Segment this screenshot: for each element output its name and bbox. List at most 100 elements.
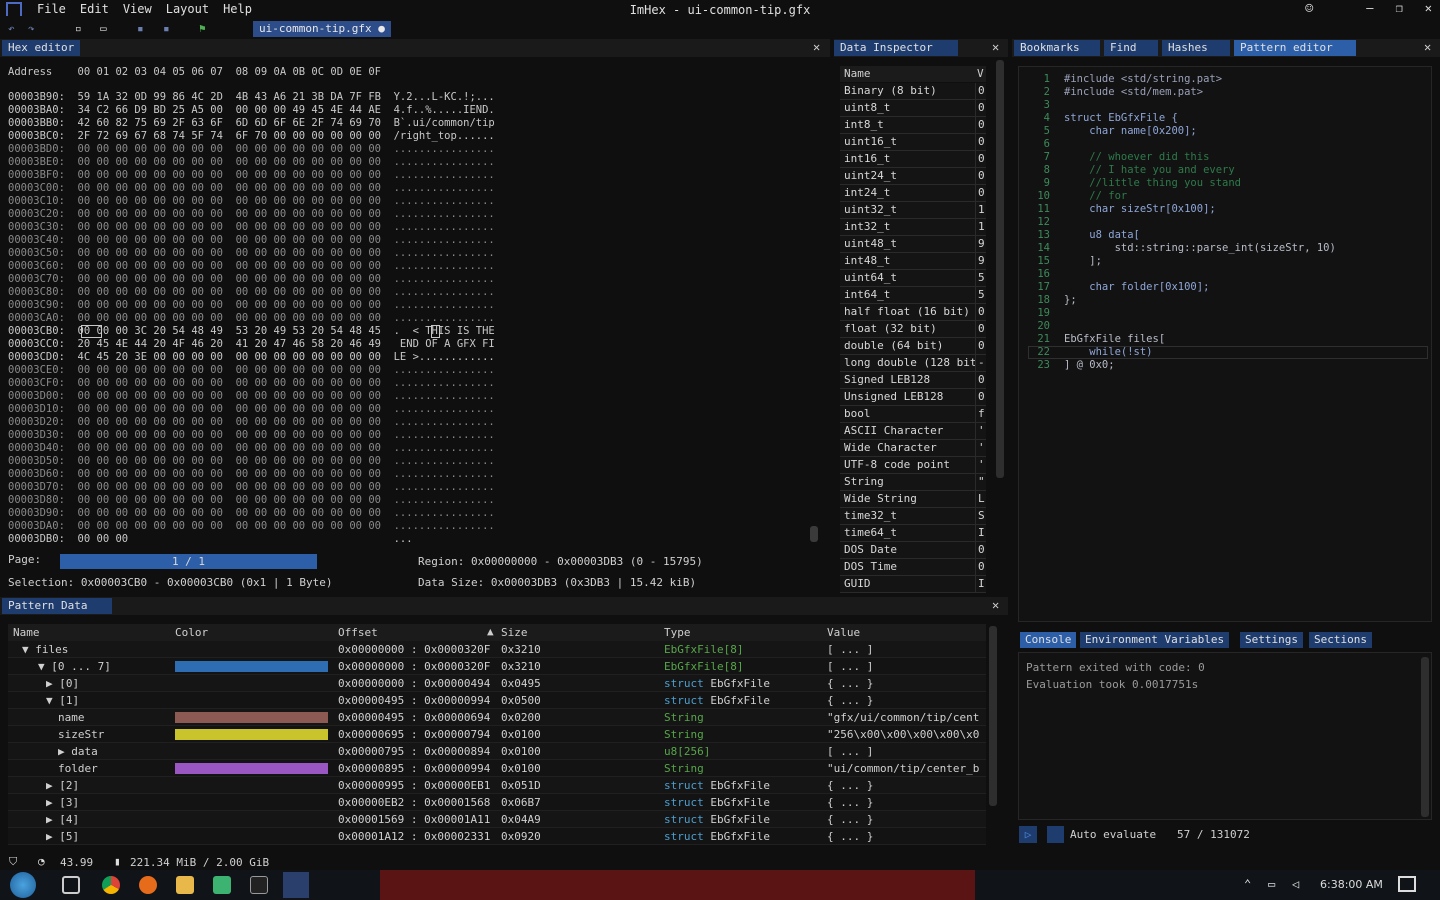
hex-row[interactable]: 00003CE0: 00 00 00 00 00 00 00 00 00 00 … — [8, 364, 495, 377]
code-line[interactable]: 19 — [1028, 307, 1064, 320]
di-col-value[interactable]: V — [975, 66, 986, 82]
code-line[interactable]: 18}; — [1028, 294, 1076, 307]
code-line[interactable]: 13 u8 data[ — [1028, 229, 1140, 242]
di-row-value[interactable]: 0 — [975, 168, 986, 185]
hex-row[interactable]: 00003C80: 00 00 00 00 00 00 00 00 00 00 … — [8, 286, 495, 299]
tab-bookmarks[interactable]: Bookmarks — [1014, 40, 1100, 56]
volume-icon[interactable]: ◁ — [1292, 877, 1299, 891]
code-line[interactable]: 12 — [1028, 216, 1064, 229]
hex-row[interactable]: 00003C40: 00 00 00 00 00 00 00 00 00 00 … — [8, 234, 495, 247]
di-row-value[interactable]: 9 — [975, 253, 986, 270]
hex-row[interactable]: 00003CA0: 00 00 00 00 00 00 00 00 00 00 … — [8, 312, 495, 325]
di-row-value[interactable]: L — [975, 491, 986, 508]
di-row-value[interactable]: 0 — [975, 185, 986, 202]
tab-hex-editor[interactable]: Hex editor — [2, 40, 81, 56]
code-line[interactable]: 17 char folder[0x100]; — [1028, 281, 1209, 294]
di-row-value[interactable]: 5 — [975, 270, 986, 287]
hex-row[interactable]: 00003BA0: 34 C2 66 D9 BD 25 A5 00 00 00 … — [8, 104, 495, 117]
di-row-value[interactable]: S — [975, 508, 986, 525]
di-row-value[interactable]: 0 — [975, 117, 986, 134]
hex-row[interactable]: 00003C00: 00 00 00 00 00 00 00 00 00 00 … — [8, 182, 495, 195]
menu-edit[interactable]: Edit — [73, 2, 116, 16]
save-icon[interactable]: ▪ — [137, 22, 144, 35]
hex-row[interactable]: 00003BF0: 00 00 00 00 00 00 00 00 00 00 … — [8, 169, 495, 182]
code-line[interactable]: 9 //little thing you stand — [1028, 177, 1241, 190]
hex-row[interactable]: 00003D90: 00 00 00 00 00 00 00 00 00 00 … — [8, 507, 495, 520]
di-row-value[interactable]: 0 — [975, 321, 986, 338]
page-slider[interactable]: 1 / 1 — [60, 554, 317, 569]
di-row-value[interactable]: 0 — [975, 304, 986, 321]
tab-settings[interactable]: Settings — [1240, 632, 1303, 648]
pattern-data-close-icon[interactable]: ✕ — [992, 598, 999, 612]
di-row-value[interactable]: 0 — [975, 151, 986, 168]
hex-editor-close-icon[interactable]: ✕ — [813, 40, 820, 54]
notepad-icon[interactable] — [213, 876, 231, 894]
hex-row[interactable]: 00003D60: 00 00 00 00 00 00 00 00 00 00 … — [8, 468, 495, 481]
maximize-button[interactable]: ❐ — [1396, 1, 1403, 15]
task-view-icon[interactable] — [62, 876, 80, 894]
code-line[interactable]: 1 #include <std/string.pat> — [1028, 73, 1222, 86]
hex-row[interactable]: 00003D40: 00 00 00 00 00 00 00 00 00 00 … — [8, 442, 495, 455]
code-line[interactable]: 6 — [1028, 138, 1064, 151]
undo-icon[interactable]: ↶ — [8, 22, 15, 35]
file-tab[interactable]: ui-common-tip.gfx ● — [253, 21, 391, 37]
imhex-taskbar-icon[interactable] — [283, 872, 309, 898]
code-line[interactable]: 10 // for — [1028, 190, 1127, 203]
run-pattern-button[interactable]: ▷ — [1019, 826, 1037, 843]
di-row-value[interactable]: 0 — [975, 559, 986, 576]
di-row-value[interactable]: ' — [975, 440, 986, 457]
start-button-icon[interactable] — [10, 872, 36, 898]
hex-row[interactable]: 00003C50: 00 00 00 00 00 00 00 00 00 00 … — [8, 247, 495, 260]
hex-row[interactable]: 00003D20: 00 00 00 00 00 00 00 00 00 00 … — [8, 416, 495, 429]
menu-file[interactable]: File — [30, 2, 73, 16]
pd-col-offset[interactable]: Offset — [338, 625, 378, 642]
di-row-value[interactable]: 0 — [975, 100, 986, 117]
data-inspector-close-icon[interactable]: ✕ — [992, 40, 999, 54]
di-row-value[interactable]: 0 — [975, 389, 986, 406]
di-row-value[interactable]: ' — [975, 457, 986, 474]
tab-pattern-editor[interactable]: Pattern editor — [1234, 40, 1356, 56]
smile-icon[interactable]: ☺ — [1305, 1, 1313, 17]
hex-row[interactable]: 00003DB0: 00 00 00 ... — [8, 533, 413, 546]
taskbar-clock[interactable]: 6:38:00 AM — [1320, 878, 1383, 891]
hex-row[interactable]: 00003D70: 00 00 00 00 00 00 00 00 00 00 … — [8, 481, 495, 494]
di-row-value[interactable]: ' — [975, 423, 986, 440]
di-row-value[interactable]: 5 — [975, 287, 986, 304]
hex-scrollbar[interactable] — [810, 526, 818, 542]
save-as-icon[interactable]: ▪ — [163, 22, 170, 35]
code-line[interactable]: 11 char sizeStr[0x100]; — [1028, 203, 1215, 216]
di-row-value[interactable]: " — [975, 474, 986, 491]
di-row-value[interactable]: I — [975, 525, 986, 542]
di-row-value[interactable]: 0 — [975, 338, 986, 355]
bookmark-icon[interactable]: ⚑ — [199, 22, 206, 35]
di-row-value[interactable]: - — [975, 355, 986, 372]
pd-scrollbar[interactable] — [989, 626, 997, 806]
hex-row[interactable]: 00003C10: 00 00 00 00 00 00 00 00 00 00 … — [8, 195, 495, 208]
tab-console[interactable]: Console — [1020, 632, 1077, 648]
pd-col-size[interactable]: Size — [501, 625, 528, 642]
di-row-value[interactable]: 0 — [975, 542, 986, 559]
hex-row[interactable]: 00003D80: 00 00 00 00 00 00 00 00 00 00 … — [8, 494, 495, 507]
tab-pattern-data[interactable]: Pattern Data — [2, 598, 112, 614]
code-line[interactable]: 16 — [1028, 268, 1064, 281]
di-row-value[interactable]: 1 — [975, 219, 986, 236]
code-line[interactable]: 8 // I hate you and every — [1028, 164, 1235, 177]
close-button[interactable]: ✕ — [1425, 1, 1432, 15]
hex-row[interactable]: 00003C60: 00 00 00 00 00 00 00 00 00 00 … — [8, 260, 495, 273]
right-panel-close-icon[interactable]: ✕ — [1424, 40, 1431, 54]
hex-row[interactable]: 00003C70: 00 00 00 00 00 00 00 00 00 00 … — [8, 273, 495, 286]
tab-environment-variables[interactable]: Environment Variables — [1080, 632, 1230, 648]
di-scrollbar[interactable] — [996, 60, 1004, 478]
hex-row[interactable]: 00003C20: 00 00 00 00 00 00 00 00 00 00 … — [8, 208, 495, 221]
menu-view[interactable]: View — [116, 2, 159, 16]
tab-data-inspector[interactable]: Data Inspector — [834, 40, 958, 56]
code-line[interactable]: 15 ]; — [1028, 255, 1102, 268]
di-row-value[interactable]: 0 — [975, 372, 986, 389]
hex-row[interactable]: 00003DA0: 00 00 00 00 00 00 00 00 00 00 … — [8, 520, 495, 533]
hex-row[interactable]: 00003C90: 00 00 00 00 00 00 00 00 00 00 … — [8, 299, 495, 312]
di-row-value[interactable]: 9 — [975, 236, 986, 253]
notifications-icon[interactable] — [1398, 876, 1416, 892]
code-line[interactable]: 5 char name[0x200]; — [1028, 125, 1197, 138]
hex-row[interactable]: 00003B90: 59 1A 32 0D 99 86 4C 2D 4B 43 … — [8, 91, 495, 104]
pd-col-value[interactable]: Value — [827, 625, 860, 642]
